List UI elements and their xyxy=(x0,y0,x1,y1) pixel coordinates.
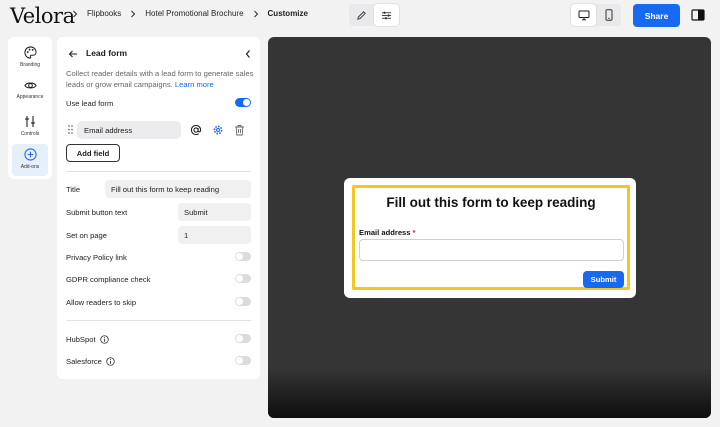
email-input[interactable] xyxy=(359,239,624,261)
rail-label: Branding xyxy=(19,62,40,68)
privacy-row: Privacy Policy link xyxy=(66,250,251,264)
submit-text-label: Submit button text xyxy=(66,207,128,217)
panel-header: Lead form xyxy=(68,48,252,60)
settings-rail: Branding Appearance Controls Add-ons xyxy=(8,37,52,179)
rail-label: Add-ons xyxy=(20,164,40,170)
arrow-left-icon[interactable] xyxy=(68,49,78,59)
mobile-preview-button[interactable] xyxy=(596,4,621,26)
toggle-knob xyxy=(236,253,243,260)
top-bar: Velora Flipbooks Hotel Promotional Broch… xyxy=(0,0,720,32)
rail-item-branding[interactable]: Branding xyxy=(12,42,48,74)
description-text: Collect reader details with a lead form … xyxy=(66,69,254,89)
toggle-knob xyxy=(243,99,250,106)
breadcrumb-document[interactable]: Hotel Promotional Brochure xyxy=(145,9,243,18)
lead-form-panel: Lead form Collect reader details with a … xyxy=(57,37,260,379)
info-icon[interactable] xyxy=(106,356,115,366)
email-label-text: Email address xyxy=(359,228,411,237)
title-input[interactable]: Fill out this form to keep reading xyxy=(105,180,251,198)
chevron-left-icon[interactable] xyxy=(244,49,252,59)
gdpr-label: GDPR compliance check xyxy=(66,274,151,284)
toggle-knob xyxy=(236,335,243,342)
salesforce-row: Salesforce xyxy=(66,354,251,368)
skip-row: Allow readers to skip xyxy=(66,295,251,309)
edit-mode-toggle xyxy=(349,4,399,26)
gdpr-row: GDPR compliance check xyxy=(66,272,251,286)
device-preview-toggle xyxy=(571,4,621,26)
rail-label: Appearance xyxy=(16,94,44,100)
panel-title: Lead form xyxy=(86,48,128,58)
page-label: Set on page xyxy=(66,230,107,240)
eye-icon xyxy=(23,82,37,89)
share-button[interactable]: Share xyxy=(633,4,680,27)
rail-label: Controls xyxy=(20,131,40,137)
salesforce-toggle[interactable] xyxy=(235,356,251,365)
chevron-right-icon xyxy=(253,10,258,17)
phone-icon xyxy=(605,9,612,21)
skip-toggle[interactable] xyxy=(235,297,251,306)
preview-canvas: Fill out this form to keep reading Email… xyxy=(268,37,711,418)
trash-icon[interactable] xyxy=(234,124,245,136)
submit-text-property: Submit button text Submit xyxy=(66,203,251,221)
salesforce-label: Salesforce xyxy=(66,356,102,366)
palette-icon xyxy=(23,46,37,59)
desktop-preview-button[interactable] xyxy=(571,4,596,26)
email-field-label: Email address * xyxy=(359,228,415,237)
rail-item-add-ons[interactable]: Add-ons xyxy=(12,144,48,176)
toggle-knob xyxy=(236,357,243,364)
brand-logo[interactable]: Velora xyxy=(10,3,75,29)
learn-more-link[interactable]: Learn more xyxy=(175,80,214,89)
breadcrumb-current: Customize xyxy=(267,9,308,18)
form-field-row: Email address xyxy=(66,121,251,139)
submit-text-input[interactable]: Submit xyxy=(178,203,251,221)
toggle-knob xyxy=(236,298,243,305)
hubspot-toggle[interactable] xyxy=(235,334,251,343)
breadcrumb: Flipbooks Hotel Promotional Brochure Cus… xyxy=(72,9,308,18)
use-lead-form-row: Use lead form xyxy=(66,96,251,110)
lead-form-title: Fill out this form to keep reading xyxy=(386,195,596,210)
at-sign-icon[interactable] xyxy=(190,124,202,136)
theme-toggle-icon[interactable] xyxy=(691,8,705,22)
canvas-shadow xyxy=(268,368,711,418)
page-input[interactable]: 1 xyxy=(178,226,251,244)
rail-item-controls[interactable]: Controls xyxy=(12,111,48,143)
rail-item-appearance[interactable]: Appearance xyxy=(12,76,48,108)
privacy-label: Privacy Policy link xyxy=(66,252,127,262)
skip-label: Allow readers to skip xyxy=(66,297,137,307)
required-asterisk: * xyxy=(412,228,416,237)
sliders-icon xyxy=(381,11,392,19)
gdpr-toggle[interactable] xyxy=(235,274,251,283)
page-property: Set on page 1 xyxy=(66,226,251,244)
submit-button[interactable]: Submit xyxy=(583,271,624,288)
toggle-knob xyxy=(236,275,243,282)
privacy-toggle[interactable] xyxy=(235,252,251,261)
edit-button[interactable] xyxy=(349,4,374,26)
desktop-icon xyxy=(578,10,589,20)
use-lead-form-label: Use lead form xyxy=(66,98,114,108)
title-property: Title Fill out this form to keep reading xyxy=(66,180,251,198)
hubspot-label: HubSpot xyxy=(66,334,96,344)
customize-button[interactable] xyxy=(374,4,399,26)
chevron-right-icon xyxy=(131,10,136,17)
title-label: Title xyxy=(66,184,81,194)
chevron-right-icon xyxy=(73,10,78,17)
field-email-address[interactable]: Email address xyxy=(77,121,181,139)
divider xyxy=(66,320,251,321)
add-field-button[interactable]: Add field xyxy=(66,144,120,162)
sliders-icon xyxy=(25,116,35,127)
info-icon[interactable] xyxy=(99,334,109,344)
drag-handle-icon[interactable] xyxy=(68,125,73,134)
divider xyxy=(66,171,251,172)
pencil-icon xyxy=(357,10,366,20)
lead-form-preview: Fill out this form to keep reading Email… xyxy=(344,178,636,298)
breadcrumb-flipbooks[interactable]: Flipbooks xyxy=(87,9,121,18)
panel-description: Collect reader details with a lead form … xyxy=(66,68,256,90)
hubspot-row: HubSpot xyxy=(66,332,251,346)
settings-gear-icon[interactable] xyxy=(212,124,224,136)
plus-circle-icon xyxy=(23,148,37,161)
use-lead-form-toggle[interactable] xyxy=(235,98,251,107)
selection-highlight: Fill out this form to keep reading Email… xyxy=(352,185,630,290)
